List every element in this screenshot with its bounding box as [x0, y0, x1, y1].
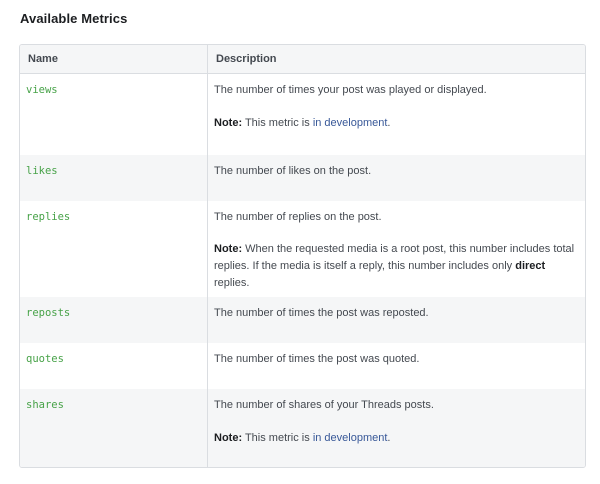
metric-name: views: [26, 84, 58, 96]
metric-description-cell: The number of replies on the post. Note:…: [207, 201, 585, 297]
metric-description: The number of replies on the post.: [214, 211, 382, 223]
note-text: This metric is: [242, 117, 313, 129]
metric-description: The number of times your post was played…: [214, 84, 487, 96]
note-bold: direct: [515, 260, 546, 272]
metric-description-cell: The number of times the post was reposte…: [207, 297, 585, 343]
metric-description-cell: The number of shares of your Threads pos…: [207, 389, 585, 467]
metric-name: reposts: [20, 297, 207, 343]
metric-description-cell: The number of times the post was quoted.: [207, 343, 585, 389]
table-row-shares: shares The number of shares of your Thre…: [20, 389, 585, 467]
note-end: replies.: [214, 277, 250, 289]
section-title: Available Metrics: [20, 11, 128, 26]
table-row-reposts: reposts The number of times the post was…: [20, 297, 585, 343]
metric-note: Note: When the requested media is a root…: [214, 241, 579, 292]
table-header-row: Name Description: [20, 45, 585, 74]
metric-description: The number of shares of your Threads pos…: [214, 399, 434, 411]
metric-description-cell: The number of times your post was played…: [207, 74, 585, 155]
table-row-likes: likes The number of likes on the post.: [20, 155, 585, 201]
metric-name: replies: [26, 211, 71, 223]
metric-name: shares: [20, 389, 207, 467]
metric-name: likes: [20, 155, 207, 201]
metric-note: Note: This metric is in development.: [214, 430, 579, 447]
metric-description: The number of times the post was reposte…: [214, 307, 429, 319]
metric-note: Note: This metric is in development.: [214, 115, 579, 132]
in-development-link[interactable]: in development: [313, 432, 388, 444]
note-label: Note:: [214, 243, 243, 255]
metric-description: The number of times the post was quoted.: [214, 353, 420, 365]
metric-description: The number of likes on the post.: [214, 165, 372, 177]
metric-description-cell: The number of likes on the post.: [207, 155, 585, 201]
note-end: .: [387, 117, 391, 129]
column-header-name: Name: [20, 45, 207, 74]
page: Available Metrics Name Description views…: [0, 0, 600, 484]
column-header-description: Description: [207, 45, 585, 74]
metrics-table: Name Description views The number of tim…: [19, 44, 586, 468]
note-label: Note:: [214, 432, 243, 444]
note-label: Note:: [214, 117, 243, 129]
note-text: This metric is: [242, 432, 313, 444]
table-row-views: views The number of times your post was …: [20, 74, 585, 155]
metric-name: quotes: [26, 353, 64, 365]
table-row-quotes: quotes The number of times the post was …: [20, 343, 585, 389]
table-row-replies: replies The number of replies on the pos…: [20, 201, 585, 297]
in-development-link[interactable]: in development: [313, 117, 388, 129]
note-end: .: [387, 432, 391, 444]
